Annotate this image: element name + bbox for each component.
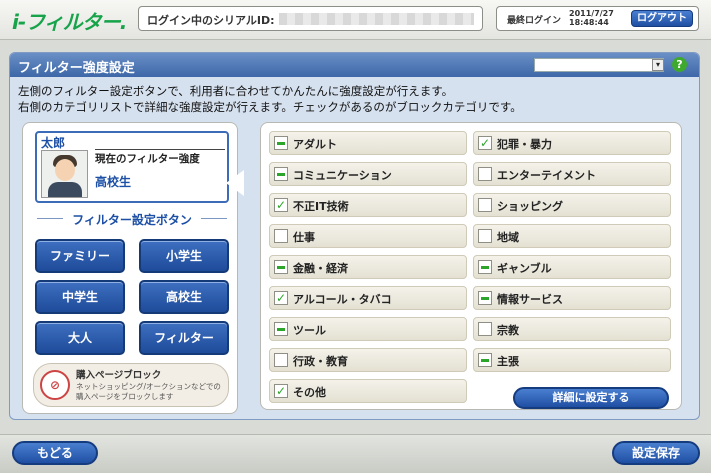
checkbox[interactable] — [274, 322, 288, 336]
checkbox[interactable] — [274, 167, 288, 181]
user-profile: 太郎 現在のフィルター強度 高校生 — [35, 131, 229, 203]
category-label: 情報サービス — [497, 293, 563, 306]
back-button[interactable]: もどる — [12, 441, 98, 465]
category-label: その他 — [293, 386, 326, 399]
category-other[interactable]: ✓ その他 — [269, 379, 467, 403]
help-icon[interactable]: ? — [672, 57, 687, 72]
category-label: ショッピング — [497, 200, 563, 213]
last-login-label: 最終ログイン — [507, 16, 562, 26]
category-label: 仕事 — [293, 231, 315, 244]
category-label: 宗教 — [497, 324, 519, 337]
category-gamble[interactable]: ギャンブル — [473, 255, 671, 279]
panel-title: フィルター強度設定 — [18, 61, 135, 76]
checkbox[interactable]: ✓ — [274, 384, 288, 398]
checkbox[interactable] — [478, 353, 492, 367]
user-filter-card: 太郎 現在のフィルター強度 高校生 フィルター設定ボタン ファミリー 小学生 中… — [22, 122, 238, 414]
category-illegal-it[interactable]: ✓ 不正IT技術 — [269, 193, 467, 217]
elementary-button[interactable]: 小学生 — [139, 239, 229, 273]
description-line-2: 右側のカテゴリリストで詳細な強度設定が行えます。チェックがあるのがブロックカテゴ… — [18, 100, 522, 114]
bottom-bar: もどる 設定保存 — [0, 434, 711, 473]
checkbox[interactable] — [478, 260, 492, 274]
purchase-block-title: 購入ページブロック — [76, 370, 162, 381]
purchase-block-toggle[interactable]: ⊘ 購入ページブロック ネットショッピング/オークションなどでの購入ページをブロ… — [33, 363, 229, 407]
category-religion[interactable]: 宗教 — [473, 317, 671, 341]
category-label: ツール — [293, 324, 326, 337]
category-label: 地域 — [497, 231, 519, 244]
last-login-date: 2011/7/27 — [569, 9, 614, 18]
panel-header: フィルター強度設定 ▾ ? — [10, 53, 699, 77]
category-list: アダルト ✓ 犯罪・暴力 コミュニケーション エンターテイメント ✓ 不正IT技… — [260, 122, 682, 410]
last-login-time: 18:48:44 — [569, 18, 609, 27]
category-label: 不正IT技術 — [293, 200, 349, 213]
checkbox[interactable] — [478, 198, 492, 212]
last-login-box: 最終ログイン 2011/7/27 18:48:44 ログアウト — [496, 6, 699, 31]
category-label: 主張 — [497, 355, 519, 368]
category-alcohol-tobacco[interactable]: ✓ アルコール・タバコ — [269, 286, 467, 310]
checkbox[interactable]: ✓ — [478, 136, 492, 150]
dropdown-icon[interactable]: ▾ — [652, 59, 664, 71]
header-search-input[interactable] — [534, 58, 664, 72]
category-entertainment[interactable]: エンターテイメント — [473, 162, 671, 186]
detail-settings-button[interactable]: 詳細に設定する — [513, 387, 669, 409]
logout-button[interactable]: ログアウト — [631, 10, 693, 27]
category-label: アルコール・タバコ — [293, 293, 392, 306]
checkbox[interactable] — [478, 229, 492, 243]
user-name: 太郎 — [41, 136, 66, 150]
family-button[interactable]: ファミリー — [35, 239, 125, 273]
filter-buttons-title: フィルター設定ボタン — [35, 211, 229, 228]
filter-off-button[interactable]: フィルターOFF — [139, 321, 229, 375]
adult-button[interactable]: 大人 — [35, 321, 125, 355]
junior-high-button[interactable]: 中学生 — [35, 280, 125, 314]
save-settings-button[interactable]: 設定保存 — [612, 441, 700, 465]
category-label: 犯罪・暴力 — [497, 138, 552, 151]
checkbox[interactable] — [478, 291, 492, 305]
category-work[interactable]: 仕事 — [269, 224, 467, 248]
category-label: アダルト — [293, 138, 337, 151]
category-adult[interactable]: アダルト — [269, 131, 467, 155]
category-shopping[interactable]: ショッピング — [473, 193, 671, 217]
checkbox[interactable] — [274, 229, 288, 243]
current-level-value: 高校生 — [95, 175, 132, 189]
purchase-block-description: ネットショッピング/オークションなどでの購入ページをブロックします — [76, 382, 221, 401]
panel-description: 左側のフィルター設定ボタンで、利用者に合わせてかんたんに強度設定が行えます。 右… — [18, 83, 688, 115]
speech-pointer — [226, 170, 244, 196]
top-bar: i-フィルター. ログイン中のシリアルID: 最終ログイン 2011/7/27 … — [0, 0, 711, 40]
high-school-button[interactable]: 高校生 — [139, 280, 229, 314]
category-finance[interactable]: 金融・経済 — [269, 255, 467, 279]
category-label: コミュニケーション — [293, 169, 392, 182]
serial-id-label: ログイン中のシリアルID: — [147, 14, 275, 27]
serial-id-masked — [279, 13, 474, 25]
category-government-education[interactable]: 行政・教育 — [269, 348, 467, 372]
category-opinion[interactable]: 主張 — [473, 348, 671, 372]
checkbox[interactable] — [274, 136, 288, 150]
app-logo: i-フィルター. — [12, 10, 127, 34]
checkbox[interactable] — [478, 322, 492, 336]
category-tools[interactable]: ツール — [269, 317, 467, 341]
checkbox[interactable] — [274, 260, 288, 274]
checkbox[interactable]: ✓ — [274, 198, 288, 212]
description-line-1: 左側のフィルター設定ボタンで、利用者に合わせてかんたんに強度設定が行えます。 — [18, 84, 454, 98]
category-label: 金融・経済 — [293, 262, 348, 275]
category-label: エンターテイメント — [497, 169, 596, 182]
checkbox[interactable]: ✓ — [274, 291, 288, 305]
current-level-label: 現在のフィルター強度 — [95, 149, 225, 166]
checkbox[interactable] — [478, 167, 492, 181]
checkbox[interactable] — [274, 353, 288, 367]
cart-block-icon: ⊘ — [40, 370, 70, 400]
serial-id-box: ログイン中のシリアルID: — [138, 6, 483, 31]
last-login-timestamp: 2011/7/27 18:48:44 — [569, 9, 614, 27]
category-info-service[interactable]: 情報サービス — [473, 286, 671, 310]
category-label: 行政・教育 — [293, 355, 348, 368]
category-region[interactable]: 地域 — [473, 224, 671, 248]
category-communication[interactable]: コミュニケーション — [269, 162, 467, 186]
category-label: ギャンブル — [497, 262, 552, 275]
avatar — [41, 150, 88, 198]
category-crime-violence[interactable]: ✓ 犯罪・暴力 — [473, 131, 671, 155]
